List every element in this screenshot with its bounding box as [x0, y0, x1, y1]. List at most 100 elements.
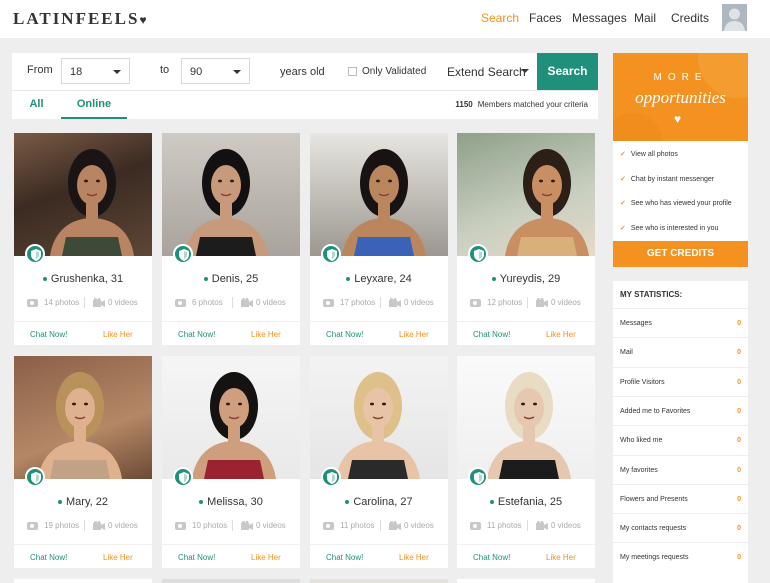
online-status-icon: [489, 500, 494, 505]
nav-credits[interactable]: Credits: [671, 11, 709, 25]
profile-name-text: Leyxare, 24: [354, 273, 412, 285]
age-from-value: 18: [70, 66, 83, 78]
like-her-link[interactable]: Like Her: [103, 330, 133, 339]
profile-name[interactable]: Yureydis, 29: [457, 273, 595, 285]
chat-now-link[interactable]: Chat Now!: [30, 330, 67, 339]
profile-card[interactable]: Grushenka, 31 14 photos 0 videos Chat Now! L…: [14, 133, 152, 345]
statistics-row[interactable]: My contacts requests 0: [613, 513, 748, 542]
profile-name[interactable]: Leyxare, 24: [310, 273, 448, 285]
nav-faces[interactable]: Faces: [529, 11, 562, 25]
logo-text: LATINFEELS: [13, 9, 140, 28]
statistics-row[interactable]: Who liked me 0: [613, 425, 748, 454]
statistics-row[interactable]: My favorites 0: [613, 454, 748, 484]
age-from-select[interactable]: 18: [61, 58, 130, 84]
profile-card-peek: [14, 579, 152, 583]
profile-name[interactable]: Mary, 22: [14, 496, 152, 508]
chat-now-link[interactable]: Chat Now!: [473, 553, 510, 562]
matched-text: Members matched your criteria: [477, 100, 588, 109]
chat-now-link[interactable]: Chat Now!: [326, 330, 363, 339]
chat-now-link[interactable]: Chat Now!: [178, 553, 215, 562]
profile-card-peek: [162, 579, 300, 583]
chat-now-link[interactable]: Chat Now!: [30, 553, 67, 562]
search-button[interactable]: Search: [537, 53, 598, 90]
nav-messages[interactable]: Messages: [572, 11, 627, 25]
profile-photo[interactable]: [14, 356, 152, 479]
profile-name[interactable]: Grushenka, 31: [14, 273, 152, 285]
more-opportunities-banner[interactable]: MORE opportunities ♥: [613, 53, 748, 141]
profile-card[interactable]: Melissa, 30 10 photos 0 videos Chat Now! Lik…: [162, 356, 300, 568]
like-her-link[interactable]: Like Her: [546, 553, 576, 562]
camera-icon: [470, 522, 481, 530]
verified-shield-icon: [25, 467, 45, 487]
profile-card[interactable]: Yureydis, 29 12 photos 0 videos Chat Now! Li…: [457, 133, 595, 345]
photo-count: 6 photos: [192, 298, 223, 307]
profile-card[interactable]: Leyxare, 24 17 photos 0 videos Chat Now! Lik…: [310, 133, 448, 345]
profile-photo-image: [487, 372, 571, 479]
divider: [527, 520, 528, 531]
statistics-row[interactable]: Mail 0: [613, 337, 748, 366]
chat-now-link[interactable]: Chat Now!: [473, 330, 510, 339]
camera-icon: [175, 299, 186, 307]
my-statistics-panel: MY STATISTICS: Messages 0 Mail 0 Profile Vis…: [613, 281, 748, 583]
like-her-link[interactable]: Like Her: [103, 553, 133, 562]
camera-icon: [323, 522, 334, 530]
online-status-icon: [199, 500, 204, 505]
like-her-link[interactable]: Like Her: [251, 330, 281, 339]
statistics-row[interactable]: Added me to Favorites 0: [613, 395, 748, 425]
tab-all[interactable]: All: [12, 91, 61, 119]
card-actions: Chat Now! Like Her: [457, 321, 595, 345]
profile-photo[interactable]: [310, 133, 448, 256]
card-actions: Chat Now! Like Her: [310, 544, 448, 568]
check-icon: ✓: [620, 151, 626, 158]
media-stats: 12 photos 0 videos: [457, 297, 595, 312]
profile-photo[interactable]: [162, 133, 300, 256]
profile-photo[interactable]: [14, 133, 152, 256]
profile-photo[interactable]: [457, 356, 595, 479]
statistics-label: My meetings requests: [620, 554, 689, 562]
statistics-row[interactable]: Profile Visitors 0: [613, 366, 748, 396]
profile-photo-image: [184, 149, 268, 256]
media-stats: 11 photos 0 videos: [457, 520, 595, 535]
heart-icon: ♥: [674, 112, 682, 126]
tab-online[interactable]: Online: [61, 91, 127, 119]
profile-card[interactable]: Mary, 22 19 photos 0 videos Chat Now! Like H…: [14, 356, 152, 568]
media-stats: 19 photos 0 videos: [14, 520, 152, 535]
like-her-link[interactable]: Like Her: [399, 553, 429, 562]
profile-name[interactable]: Melissa, 30: [162, 496, 300, 508]
statistics-row[interactable]: Flowers and Presents 0: [613, 483, 748, 513]
verified-shield-icon: [468, 244, 488, 264]
profile-photo[interactable]: [310, 356, 448, 479]
results-tabs-bar: All Online 1150 Members matched your crit…: [12, 90, 598, 119]
profile-photo[interactable]: [162, 356, 300, 479]
statistics-row[interactable]: My meetings requests 0: [613, 542, 748, 571]
nav-mail[interactable]: Mail: [634, 11, 656, 25]
like-her-link[interactable]: Like Her: [251, 553, 281, 562]
profile-photo[interactable]: [457, 133, 595, 256]
site-logo[interactable]: LATINFEELS♥: [13, 9, 147, 29]
chat-now-link[interactable]: Chat Now!: [326, 553, 363, 562]
only-validated-label[interactable]: Only Validated: [362, 66, 426, 77]
age-to-select[interactable]: 90: [181, 58, 250, 84]
nav-search[interactable]: Search: [481, 11, 519, 25]
profile-card[interactable]: Estefania, 25 11 photos 0 videos Chat Now! L…: [457, 356, 595, 568]
video-camera-icon: [241, 298, 253, 307]
verified-shield-icon: [468, 467, 488, 487]
divider: [232, 520, 233, 531]
photo-count: 12 photos: [487, 298, 523, 307]
card-actions: Chat Now! Like Her: [310, 321, 448, 345]
like-her-link[interactable]: Like Her: [546, 330, 576, 339]
only-validated-checkbox[interactable]: [348, 67, 357, 76]
statistics-row[interactable]: Messages 0: [613, 308, 748, 337]
camera-icon: [27, 522, 38, 530]
profile-name[interactable]: Denis, 25: [162, 273, 300, 285]
profile-card[interactable]: Denis, 25 6 photos 0 videos Chat Now! Like H…: [162, 133, 300, 345]
user-avatar[interactable]: [722, 4, 747, 31]
chat-now-link[interactable]: Chat Now!: [178, 330, 215, 339]
statistics-value: 0: [737, 437, 741, 445]
extend-search-dropdown[interactable]: Extend Search: [436, 53, 537, 90]
like-her-link[interactable]: Like Her: [399, 330, 429, 339]
profile-name[interactable]: Estefania, 25: [457, 496, 595, 508]
profile-name[interactable]: Carolina, 27: [310, 496, 448, 508]
get-credits-button[interactable]: GET CREDITS: [613, 241, 748, 267]
profile-card[interactable]: Carolina, 27 11 photos 0 videos Chat Now! Li…: [310, 356, 448, 568]
